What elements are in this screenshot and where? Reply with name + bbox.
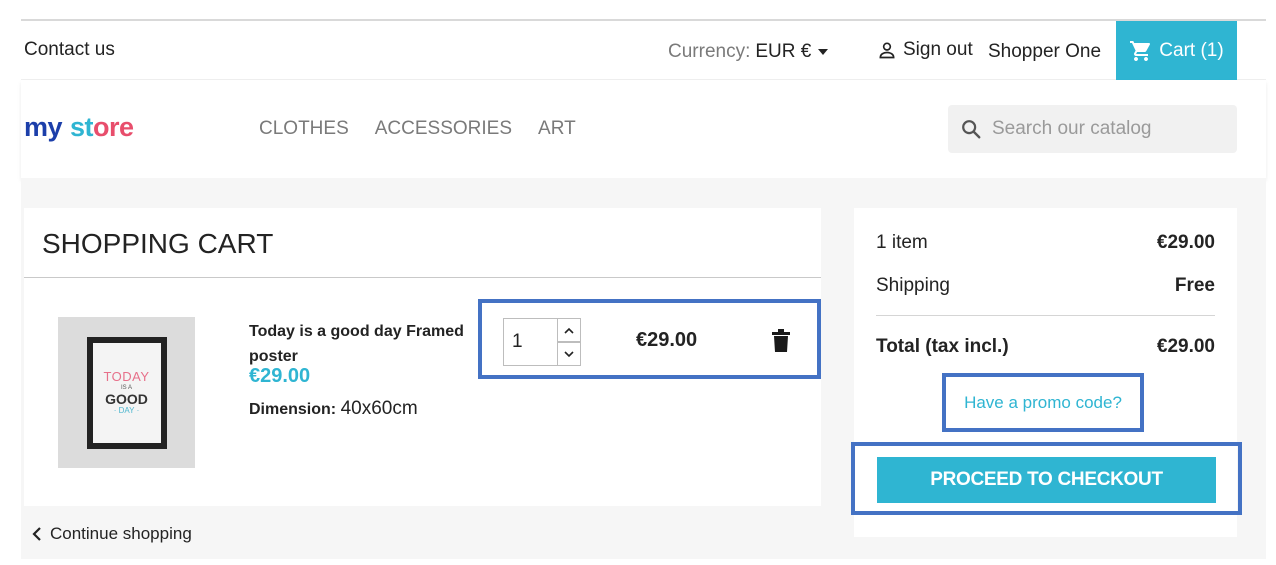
contact-us-link[interactable]: Contact us (24, 39, 115, 61)
attribute-label: Dimension: (249, 401, 337, 418)
shipping-label: Shipping (876, 275, 950, 296)
items-subtotal: €29.00 (1156, 232, 1215, 253)
items-count-label: 1 item (876, 232, 928, 253)
top-bar: Contact us Currency: EUR € Sign out Shop… (21, 19, 1266, 80)
product-image[interactable]: TODAY IS A GOOD · DAY · (58, 317, 195, 468)
summary-total-row: Total (tax incl.) €29.00 (876, 336, 1215, 358)
total-label: Total (tax incl.) (876, 336, 1009, 357)
cart-icon (1130, 40, 1151, 61)
proceed-to-checkout-button[interactable]: PROCEED TO CHECKOUT (877, 457, 1216, 503)
nav-item-clothes[interactable]: CLOTHES (259, 118, 349, 140)
product-attribute: Dimension: 40x60cm (249, 398, 418, 420)
quantity-highlight-box: €29.00 (478, 299, 821, 379)
checkout-highlight-box: PROCEED TO CHECKOUT (851, 442, 1242, 515)
summary-shipping-row: Shipping Free (876, 275, 1215, 297)
search-input[interactable] (992, 118, 1222, 140)
product-unit-price: €29.00 (249, 365, 311, 387)
poster-frame: TODAY IS A GOOD · DAY · (86, 336, 167, 449)
store-logo[interactable]: my st ore (24, 112, 134, 143)
poster-text: IS A (120, 384, 132, 391)
poster-text: · DAY · (113, 405, 140, 415)
attribute-value: 40x60cm (340, 398, 418, 419)
search-box (948, 105, 1237, 153)
page-title: SHOPPING CART (42, 228, 274, 259)
continue-shopping-link[interactable]: Continue shopping (32, 524, 192, 544)
logo-part-ore: ore (93, 112, 134, 142)
total-amount: €29.00 (1156, 336, 1215, 357)
promo-code-link[interactable]: Have a promo code? (964, 393, 1122, 413)
search-icon[interactable] (960, 118, 982, 140)
divider (24, 277, 821, 278)
line-total-price: €29.00 (636, 329, 698, 351)
cart-label: Cart (1) (1159, 39, 1224, 61)
caret-down-icon (818, 49, 829, 55)
quantity-increase-button[interactable] (557, 318, 581, 342)
summary-items-row: 1 item €29.00 (876, 232, 1215, 254)
cart-button[interactable]: Cart (1) (1116, 21, 1237, 80)
user-icon (879, 42, 895, 59)
sign-out-label: Sign out (903, 39, 973, 60)
remove-item-button[interactable] (772, 329, 790, 358)
currency-value: EUR € (755, 41, 812, 62)
chevron-left-icon (32, 527, 41, 541)
site-header: my st ore CLOTHES ACCESSORIES ART (21, 80, 1266, 178)
chevron-up-icon (564, 327, 574, 334)
main-nav: CLOTHES ACCESSORIES ART (259, 118, 576, 140)
account-link[interactable]: Shopper One (988, 41, 1101, 63)
logo-part-st: st (70, 112, 94, 142)
cart-panel: SHOPPING CART TODAY IS A GOOD · DAY · To… (24, 208, 821, 506)
poster-text: TODAY (103, 368, 150, 384)
trash-icon (772, 329, 790, 352)
nav-item-art[interactable]: ART (538, 118, 576, 140)
shipping-amount: Free (1174, 275, 1215, 296)
quantity-input[interactable] (503, 318, 558, 366)
logo-part-my: my (24, 112, 63, 142)
chevron-down-icon (564, 350, 574, 357)
currency-label: Currency: (668, 41, 751, 62)
promo-highlight-box: Have a promo code? (942, 373, 1144, 432)
nav-item-accessories[interactable]: ACCESSORIES (375, 118, 512, 140)
sign-out-link[interactable]: Sign out (877, 39, 973, 61)
divider (876, 315, 1215, 316)
poster-text: GOOD (105, 390, 148, 407)
product-name-link[interactable]: Today is a good day Framed poster (249, 319, 464, 369)
currency-selector[interactable]: Currency: EUR € (668, 41, 829, 63)
continue-shopping-label: Continue shopping (50, 524, 192, 543)
quantity-decrease-button[interactable] (557, 342, 581, 366)
